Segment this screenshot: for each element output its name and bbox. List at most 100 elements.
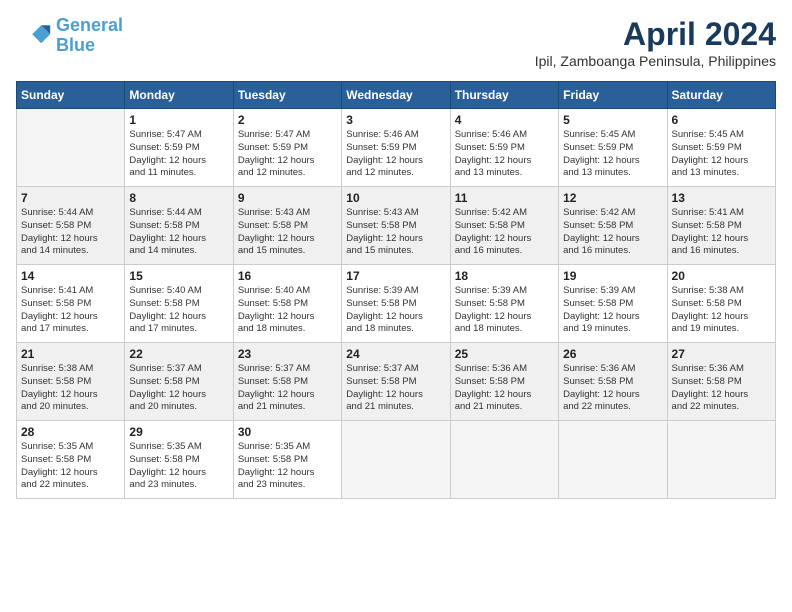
day-info: Sunrise: 5:43 AMSunset: 5:58 PMDaylight:… xyxy=(346,207,445,258)
weekday-header-thursday: Thursday xyxy=(450,82,558,109)
weekday-header-monday: Monday xyxy=(125,82,233,109)
day-info: Sunrise: 5:36 AMSunset: 5:58 PMDaylight:… xyxy=(563,363,662,414)
day-number: 22 xyxy=(129,347,228,361)
day-info: Sunrise: 5:35 AMSunset: 5:58 PMDaylight:… xyxy=(238,441,337,492)
calendar-cell: 9 Sunrise: 5:43 AMSunset: 5:58 PMDaylight… xyxy=(233,187,341,265)
calendar-cell: 24 Sunrise: 5:37 AMSunset: 5:58 PMDayligh… xyxy=(342,343,450,421)
day-number: 24 xyxy=(346,347,445,361)
calendar-cell: 19 Sunrise: 5:39 AMSunset: 5:58 PMDayligh… xyxy=(559,265,667,343)
day-number: 4 xyxy=(455,113,554,127)
weekday-header-tuesday: Tuesday xyxy=(233,82,341,109)
day-number: 9 xyxy=(238,191,337,205)
day-number: 13 xyxy=(672,191,771,205)
calendar-cell xyxy=(17,109,125,187)
calendar-week-row: 7Sunrise: 5:44 AMSunset: 5:58 PMDaylight… xyxy=(17,187,776,265)
day-number: 11 xyxy=(455,191,554,205)
day-number: 10 xyxy=(346,191,445,205)
day-info: Sunrise: 5:46 AMSunset: 5:59 PMDaylight:… xyxy=(346,129,445,180)
day-info: Sunrise: 5:44 AMSunset: 5:58 PMDaylight:… xyxy=(129,207,228,258)
calendar-cell xyxy=(559,421,667,499)
day-info: Sunrise: 5:39 AMSunset: 5:58 PMDaylight:… xyxy=(563,285,662,336)
day-info: Sunrise: 5:43 AMSunset: 5:58 PMDaylight:… xyxy=(238,207,337,258)
day-info: Sunrise: 5:47 AMSunset: 5:59 PMDaylight:… xyxy=(129,129,228,180)
day-info: Sunrise: 5:41 AMSunset: 5:58 PMDaylight:… xyxy=(21,285,120,336)
calendar-week-row: 21 Sunrise: 5:38 AMSunset: 5:58 PMDayligh… xyxy=(17,343,776,421)
day-info: Sunrise: 5:45 AMSunset: 5:59 PMDaylight:… xyxy=(563,129,662,180)
day-number: 18 xyxy=(455,269,554,283)
calendar-cell: 23 Sunrise: 5:37 AMSunset: 5:58 PMDayligh… xyxy=(233,343,341,421)
day-number: 25 xyxy=(455,347,554,361)
calendar-cell: 6 Sunrise: 5:45 AMSunset: 5:59 PMDaylight… xyxy=(667,109,775,187)
day-info: Sunrise: 5:35 AMSunset: 5:58 PMDaylight:… xyxy=(21,441,120,492)
calendar-cell: 20 Sunrise: 5:38 AMSunset: 5:58 PMDayligh… xyxy=(667,265,775,343)
weekday-header-wednesday: Wednesday xyxy=(342,82,450,109)
calendar-cell: 30 Sunrise: 5:35 AMSunset: 5:58 PMDayligh… xyxy=(233,421,341,499)
logo: General Blue xyxy=(16,16,123,56)
logo-text: General Blue xyxy=(56,16,123,56)
day-info: Sunrise: 5:44 AMSunset: 5:58 PMDaylight:… xyxy=(21,207,120,258)
day-number: 1 xyxy=(129,113,228,127)
page-header: General Blue April 2024 Ipil, Zamboanga … xyxy=(16,16,776,69)
day-number: 12 xyxy=(563,191,662,205)
day-info: Sunrise: 5:45 AMSunset: 5:59 PMDaylight:… xyxy=(672,129,771,180)
calendar-cell: 4 Sunrise: 5:46 AMSunset: 5:59 PMDaylight… xyxy=(450,109,558,187)
logo-icon xyxy=(16,18,52,54)
calendar-cell: 14Sunrise: 5:41 AMSunset: 5:58 PMDayligh… xyxy=(17,265,125,343)
weekday-header-sunday: Sunday xyxy=(17,82,125,109)
day-info: Sunrise: 5:37 AMSunset: 5:58 PMDaylight:… xyxy=(129,363,228,414)
calendar-cell: 2 Sunrise: 5:47 AMSunset: 5:59 PMDaylight… xyxy=(233,109,341,187)
day-info: Sunrise: 5:37 AMSunset: 5:58 PMDaylight:… xyxy=(346,363,445,414)
calendar-cell: 26 Sunrise: 5:36 AMSunset: 5:58 PMDayligh… xyxy=(559,343,667,421)
calendar-cell: 18Sunrise: 5:39 AMSunset: 5:58 PMDayligh… xyxy=(450,265,558,343)
calendar-cell: 28Sunrise: 5:35 AMSunset: 5:58 PMDayligh… xyxy=(17,421,125,499)
weekday-header-saturday: Saturday xyxy=(667,82,775,109)
day-info: Sunrise: 5:42 AMSunset: 5:58 PMDaylight:… xyxy=(455,207,554,258)
calendar-week-row: 14Sunrise: 5:41 AMSunset: 5:58 PMDayligh… xyxy=(17,265,776,343)
title-block: April 2024 Ipil, Zamboanga Peninsula, Ph… xyxy=(535,16,776,69)
calendar-cell: 27Sunrise: 5:36 AMSunset: 5:58 PMDayligh… xyxy=(667,343,775,421)
calendar-cell: 11 Sunrise: 5:42 AMSunset: 5:58 PMDayligh… xyxy=(450,187,558,265)
day-info: Sunrise: 5:36 AMSunset: 5:58 PMDaylight:… xyxy=(672,363,771,414)
day-number: 26 xyxy=(563,347,662,361)
day-number: 21 xyxy=(21,347,120,361)
calendar-cell xyxy=(342,421,450,499)
day-info: Sunrise: 5:47 AMSunset: 5:59 PMDaylight:… xyxy=(238,129,337,180)
calendar-cell: 7Sunrise: 5:44 AMSunset: 5:58 PMDaylight… xyxy=(17,187,125,265)
calendar-cell: 25 Sunrise: 5:36 AMSunset: 5:58 PMDayligh… xyxy=(450,343,558,421)
calendar-week-row: 28Sunrise: 5:35 AMSunset: 5:58 PMDayligh… xyxy=(17,421,776,499)
calendar-cell: 12 Sunrise: 5:42 AMSunset: 5:58 PMDayligh… xyxy=(559,187,667,265)
calendar-table: SundayMondayTuesdayWednesdayThursdayFrid… xyxy=(16,81,776,499)
day-number: 3 xyxy=(346,113,445,127)
calendar-cell: 15 Sunrise: 5:40 AMSunset: 5:58 PMDayligh… xyxy=(125,265,233,343)
calendar-cell xyxy=(667,421,775,499)
day-info: Sunrise: 5:38 AMSunset: 5:58 PMDaylight:… xyxy=(672,285,771,336)
day-info: Sunrise: 5:42 AMSunset: 5:58 PMDaylight:… xyxy=(563,207,662,258)
calendar-cell xyxy=(450,421,558,499)
calendar-cell: 5Sunrise: 5:45 AMSunset: 5:59 PMDaylight… xyxy=(559,109,667,187)
day-number: 6 xyxy=(672,113,771,127)
day-number: 19 xyxy=(563,269,662,283)
calendar-cell: 10 Sunrise: 5:43 AMSunset: 5:58 PMDayligh… xyxy=(342,187,450,265)
day-info: Sunrise: 5:35 AMSunset: 5:58 PMDaylight:… xyxy=(129,441,228,492)
calendar-cell: 13 Sunrise: 5:41 AMSunset: 5:58 PMDayligh… xyxy=(667,187,775,265)
day-info: Sunrise: 5:37 AMSunset: 5:58 PMDaylight:… xyxy=(238,363,337,414)
day-number: 8 xyxy=(129,191,228,205)
day-info: Sunrise: 5:40 AMSunset: 5:58 PMDaylight:… xyxy=(129,285,228,336)
day-number: 20 xyxy=(672,269,771,283)
day-info: Sunrise: 5:38 AMSunset: 5:58 PMDaylight:… xyxy=(21,363,120,414)
day-number: 15 xyxy=(129,269,228,283)
day-info: Sunrise: 5:36 AMSunset: 5:58 PMDaylight:… xyxy=(455,363,554,414)
day-info: Sunrise: 5:41 AMSunset: 5:58 PMDaylight:… xyxy=(672,207,771,258)
calendar-week-row: 1 Sunrise: 5:47 AMSunset: 5:59 PMDaylight… xyxy=(17,109,776,187)
day-info: Sunrise: 5:40 AMSunset: 5:58 PMDaylight:… xyxy=(238,285,337,336)
weekday-header-row: SundayMondayTuesdayWednesdayThursdayFrid… xyxy=(17,82,776,109)
weekday-header-friday: Friday xyxy=(559,82,667,109)
day-number: 23 xyxy=(238,347,337,361)
day-number: 30 xyxy=(238,425,337,439)
day-number: 2 xyxy=(238,113,337,127)
calendar-cell: 22 Sunrise: 5:37 AMSunset: 5:58 PMDayligh… xyxy=(125,343,233,421)
day-info: Sunrise: 5:46 AMSunset: 5:59 PMDaylight:… xyxy=(455,129,554,180)
calendar-cell: 21 Sunrise: 5:38 AMSunset: 5:58 PMDayligh… xyxy=(17,343,125,421)
calendar-cell: 17Sunrise: 5:39 AMSunset: 5:58 PMDayligh… xyxy=(342,265,450,343)
calendar-cell: 3 Sunrise: 5:46 AMSunset: 5:59 PMDaylight… xyxy=(342,109,450,187)
